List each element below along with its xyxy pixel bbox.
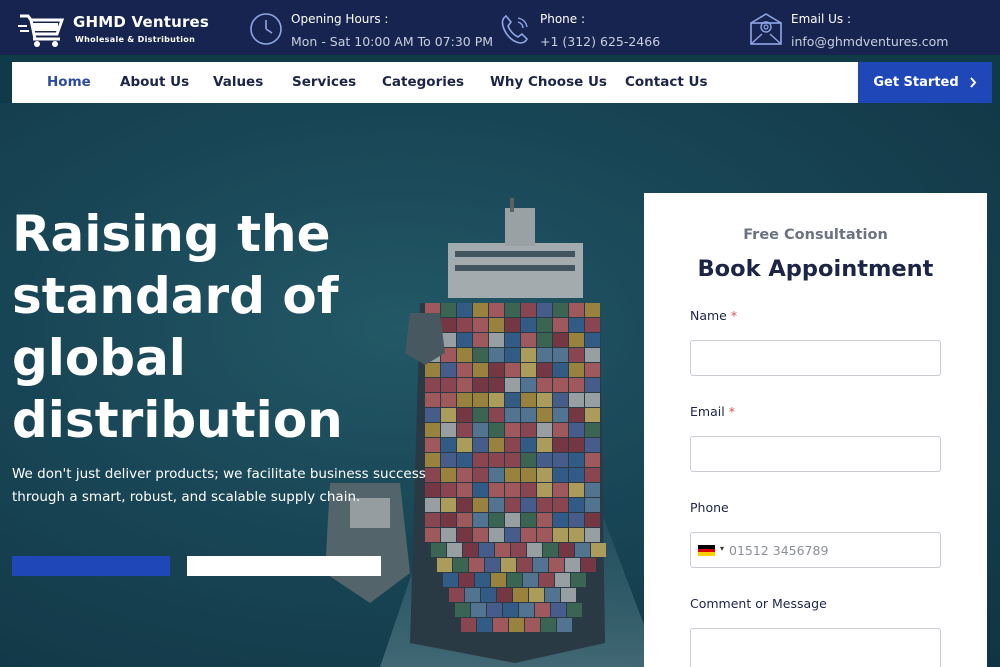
opening-hours-info: Opening Hours : Mon - Sat 10:00 AM To 07… (249, 10, 493, 50)
nav-item-home[interactable]: Home (47, 74, 91, 90)
hero-secondary-button[interactable] (187, 556, 381, 576)
clock-icon (250, 13, 282, 45)
email-label: Email * (690, 404, 735, 419)
phone-label: Phone : (540, 12, 586, 26)
chevron-right-icon (969, 77, 976, 88)
email-input[interactable] (690, 436, 941, 472)
email-label: Email Us : (791, 12, 851, 26)
hero-title: Raising the standard of global distribut… (12, 205, 343, 449)
nav-item-categories[interactable]: Categories (382, 74, 464, 90)
nav-item-services[interactable]: Services (292, 74, 356, 90)
envelope-icon (750, 13, 782, 45)
required-mark: * (730, 308, 738, 323)
shopping-cart-icon (18, 14, 65, 47)
phone-icon (501, 14, 528, 44)
brand-tagline: Wholesale & Distribution (75, 35, 196, 44)
message-textarea[interactable] (690, 628, 941, 667)
phone-info[interactable]: Phone : +1 (312) 625-2466 (498, 10, 698, 50)
nav-item-contact-us[interactable]: Contact Us (625, 74, 708, 90)
hours-label: Opening Hours : (291, 12, 389, 26)
email-label-text: Email (690, 404, 725, 419)
message-label: Comment or Message (690, 596, 827, 611)
nav-item-values[interactable]: Values (213, 74, 263, 90)
main-nav: Home About Us Values Services Categories… (12, 62, 858, 103)
phone-value[interactable]: +1 (312) 625-2466 (540, 34, 660, 49)
country-dropdown-arrow-icon[interactable]: ▾ (720, 544, 724, 553)
name-label-text: Name (690, 308, 727, 323)
hero-primary-button[interactable] (12, 556, 170, 576)
form-title: Book Appointment (697, 256, 934, 282)
appointment-form-card: Free Consultation Book Appointment Name *… (644, 193, 987, 667)
phone-label: Phone (690, 500, 729, 515)
email-value[interactable]: info@ghmdventures.com (791, 34, 948, 49)
get-started-button[interactable]: Get Started (858, 62, 992, 103)
required-mark: * (728, 404, 735, 419)
brand-name: GHMD Ventures (73, 13, 210, 31)
nav-item-about-us[interactable]: About Us (120, 74, 189, 90)
logo[interactable]: GHMD Ventures Wholesale & Distribution (18, 10, 218, 48)
email-info[interactable]: Email Us : info@ghmdventures.com (749, 10, 989, 50)
get-started-label: Get Started (873, 75, 959, 90)
germany-flag-icon[interactable] (698, 545, 715, 556)
name-input[interactable] (690, 340, 941, 376)
hours-value: Mon - Sat 10:00 AM To 07:30 PM (291, 34, 494, 49)
nav-item-why-choose-us[interactable]: Why Choose Us (490, 74, 607, 90)
phone-field: ▾ (690, 532, 941, 568)
top-bar: GHMD Ventures Wholesale & Distribution O… (0, 0, 1000, 55)
name-label: Name * (690, 308, 737, 323)
form-kicker: Free Consultation (743, 227, 888, 243)
hero-description: We don't just deliver products; we facil… (12, 466, 426, 505)
phone-input[interactable] (729, 533, 934, 567)
